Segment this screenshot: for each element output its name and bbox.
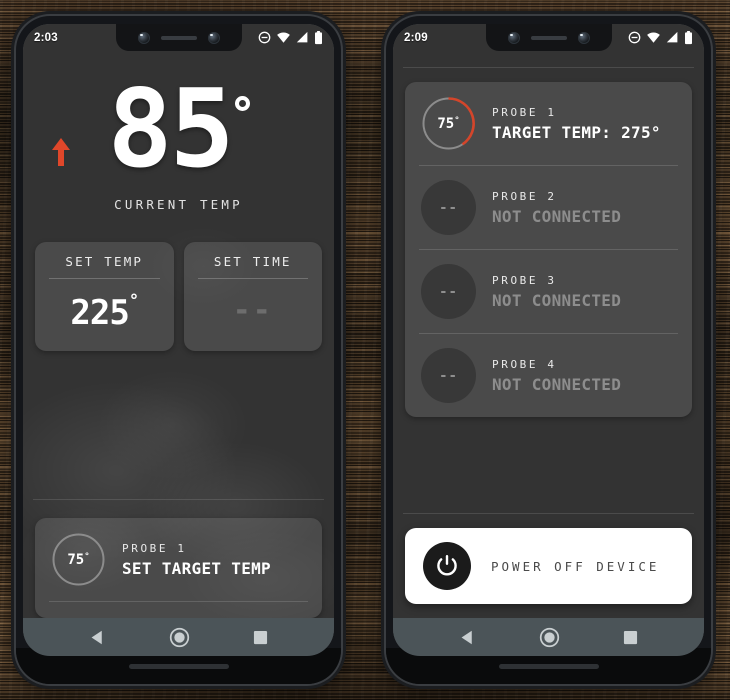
notch-right xyxy=(485,24,612,51)
probe-text: PROBE 1 TARGET TEMP: 275° xyxy=(492,106,661,142)
probe-dial-value: -- xyxy=(439,283,458,300)
probe-list-item-3[interactable]: -- PROBE 3 NOT CONNECTED xyxy=(405,250,692,333)
probe-status: SET TARGET TEMP xyxy=(122,558,271,578)
probe-status: NOT CONNECTED xyxy=(492,290,622,310)
current-temp-value: 85 xyxy=(107,67,234,192)
probe-dial: -- xyxy=(421,348,476,403)
current-temp-block: 85 CURRENT TEMP xyxy=(23,51,334,212)
probe-list-item-2[interactable]: -- PROBE 2 NOT CONNECTED xyxy=(405,166,692,249)
probe-text: PROBE 2 NOT CONNECTED xyxy=(492,190,621,226)
probe-dial: -- xyxy=(421,264,476,319)
phone-left: 2:03 85 CURRENT TEMP SET TEMP 225° SET T… xyxy=(16,16,341,684)
phone-left-bezel: 2:03 85 CURRENT TEMP SET TEMP 225° SET T… xyxy=(23,24,334,656)
status-icons xyxy=(628,30,693,45)
bottom-speaker-icon xyxy=(128,663,229,669)
status-clock: 2:09 xyxy=(404,31,428,44)
probe-card-left[interactable]: 75° PROBE 1 SET TARGET TEMP xyxy=(35,518,322,618)
phone-left-screen: 2:03 85 CURRENT TEMP SET TEMP 225° SET T… xyxy=(23,24,334,656)
probe-name: PROBE 1 xyxy=(122,541,187,555)
screenshot-stage: 2:03 85 CURRENT TEMP SET TEMP 225° SET T… xyxy=(0,0,730,700)
probe-dial-value: 75° xyxy=(67,551,90,568)
back-icon[interactable] xyxy=(89,629,106,646)
earpiece-speaker-icon xyxy=(160,35,197,40)
signal-icon xyxy=(296,31,308,43)
set-time-title: SET TIME xyxy=(213,253,292,269)
power-icon xyxy=(437,555,457,576)
probe-status: NOT CONNECTED xyxy=(492,374,622,394)
wifi-icon xyxy=(647,32,660,43)
battery-icon xyxy=(685,30,692,44)
nav-bar-right xyxy=(393,618,704,656)
set-temp-value-wrap: 225° xyxy=(49,279,160,333)
arrow-up-icon xyxy=(52,137,71,166)
set-temp-degree: ° xyxy=(128,290,139,311)
bottom-speaker-icon xyxy=(498,663,599,669)
current-temp-label: CURRENT TEMP xyxy=(114,196,243,212)
probe-dial-value: -- xyxy=(439,367,458,384)
current-temp-row: 85 xyxy=(52,67,250,192)
probe-name: PROBE 1 xyxy=(492,105,557,119)
probe-name: PROBE 3 xyxy=(492,273,557,287)
probe-text: PROBE 4 NOT CONNECTED xyxy=(492,358,621,394)
power-icon-circle xyxy=(423,542,471,590)
probe-dial-value: -- xyxy=(439,199,458,216)
notch-left xyxy=(115,24,242,51)
set-temp-title: SET TEMP xyxy=(65,253,144,269)
set-time-value: -- xyxy=(232,292,273,328)
recents-icon[interactable] xyxy=(623,630,638,645)
top-divider xyxy=(403,67,694,68)
set-time-card[interactable]: SET TIME -- xyxy=(183,241,322,351)
camera-lens-icon xyxy=(137,31,150,44)
signal-icon xyxy=(666,31,678,43)
phone-right: 2:09 75° PROBE 1 TARGET TEMP: 275° -- PR… xyxy=(386,16,711,684)
probe-text: PROBE 1 SET TARGET TEMP xyxy=(122,542,271,578)
probe-status: NOT CONNECTED xyxy=(492,206,622,226)
do-not-disturb-icon xyxy=(628,31,641,44)
probe-name: PROBE 2 xyxy=(492,189,557,203)
section-divider xyxy=(403,513,694,514)
battery-icon xyxy=(315,30,322,44)
wifi-icon xyxy=(277,32,290,43)
setting-cards: SET TEMP 225° SET TIME -- xyxy=(23,241,334,351)
camera-lens-icon xyxy=(577,31,590,44)
phone-right-screen: 2:09 75° PROBE 1 TARGET TEMP: 275° -- PR… xyxy=(393,24,704,656)
nav-bar-left xyxy=(23,618,334,656)
set-temp-card[interactable]: SET TEMP 225° xyxy=(35,241,174,351)
phone-left-content: 85 CURRENT TEMP SET TEMP 225° SET TIME -… xyxy=(23,51,334,618)
phone-right-bezel: 2:09 75° PROBE 1 TARGET TEMP: 275° -- PR… xyxy=(393,24,704,656)
phone-right-content: 75° PROBE 1 TARGET TEMP: 275° -- PROBE 2… xyxy=(393,51,704,618)
camera-lens-icon xyxy=(507,31,520,44)
recents-icon[interactable] xyxy=(253,630,268,645)
back-icon[interactable] xyxy=(459,629,476,646)
power-off-label: POWER OFF DEVICE xyxy=(491,558,660,574)
status-clock: 2:03 xyxy=(34,31,58,44)
probe-dial: 75° xyxy=(421,96,476,151)
current-temp-degree xyxy=(234,87,250,118)
probe-status: TARGET TEMP: 275° xyxy=(492,122,661,142)
probe-name: PROBE 4 xyxy=(492,357,557,371)
home-icon[interactable] xyxy=(539,627,560,648)
status-icons xyxy=(258,30,323,45)
home-icon[interactable] xyxy=(169,627,190,648)
probe-row[interactable]: 75° PROBE 1 SET TARGET TEMP xyxy=(35,518,322,601)
set-temp-value: 225 xyxy=(70,292,129,333)
probe-dial: 75° xyxy=(51,532,106,587)
power-off-button[interactable]: POWER OFF DEVICE xyxy=(405,528,692,604)
probe-dial: -- xyxy=(421,180,476,235)
probe-text: PROBE 3 NOT CONNECTED xyxy=(492,274,621,310)
probe-list-item-1[interactable]: 75° PROBE 1 TARGET TEMP: 275° xyxy=(405,82,692,165)
camera-lens-icon xyxy=(207,31,220,44)
probe-list-item-4[interactable]: -- PROBE 4 NOT CONNECTED xyxy=(405,334,692,417)
probe-list: 75° PROBE 1 TARGET TEMP: 275° -- PROBE 2… xyxy=(405,82,692,417)
do-not-disturb-icon xyxy=(258,31,271,44)
probe-dial-value: 75° xyxy=(437,115,460,132)
earpiece-speaker-icon xyxy=(530,35,567,40)
